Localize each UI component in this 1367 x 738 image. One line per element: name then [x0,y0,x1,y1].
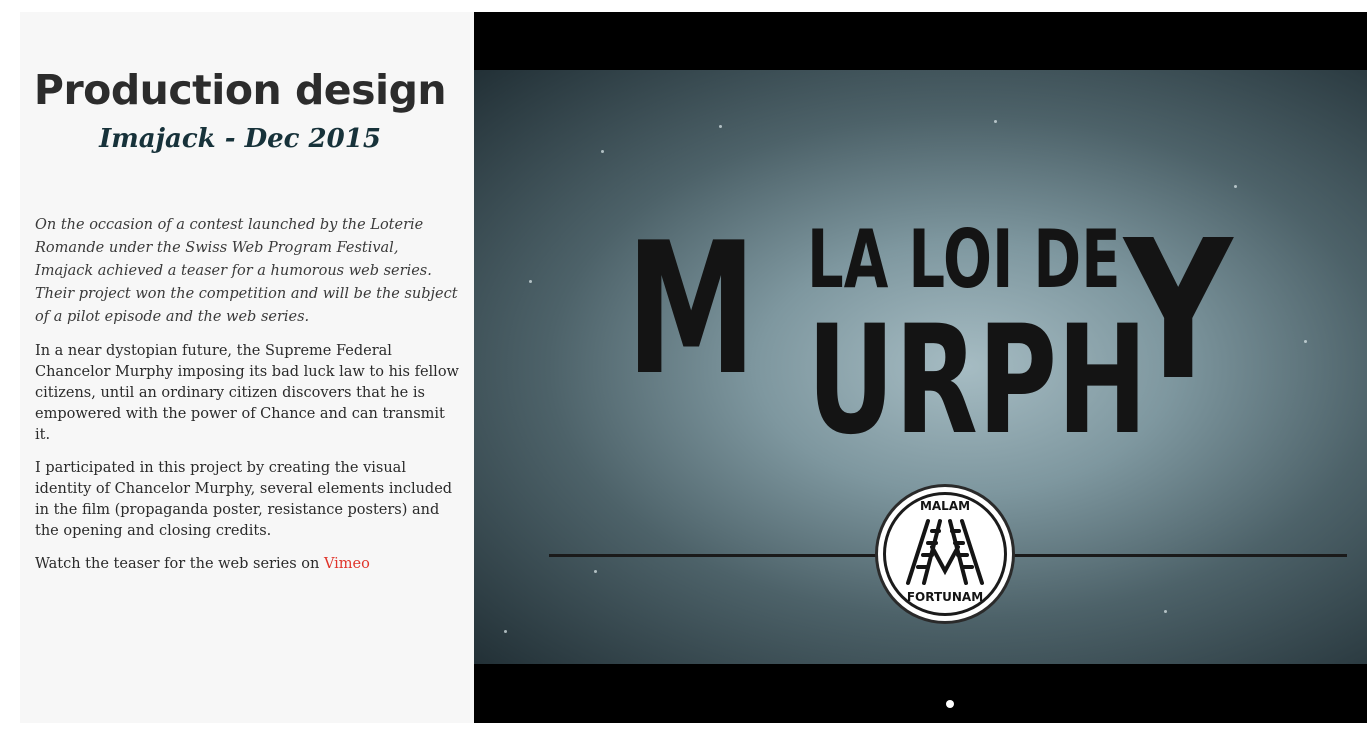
speck [601,150,604,153]
project-description: On the occasion of a contest launched by… [35,214,460,587]
title-letter-y: Y [1124,200,1233,423]
speck [994,120,997,123]
role-paragraph: I participated in this project by creati… [35,460,453,539]
title-letter-m: M [626,203,757,415]
seal-bottom-text: FORTUNAM [906,590,984,604]
speck [1304,340,1307,343]
project-subtitle: Imajack - Dec 2015 [99,124,381,154]
speck [719,125,722,128]
malam-fortunam-seal: MALAM FORTUNAM [878,487,1012,621]
divider-line [1012,554,1347,557]
media-slider[interactable]: M LA LOI DE URPH Y MALAM FORTUNAM [474,12,1367,723]
speck [504,630,507,633]
speck [529,280,532,283]
ladder-icon [906,519,984,585]
synopsis-paragraph: In a near dystopian future, the Supreme … [35,343,459,443]
page-title: Production design [33,66,447,114]
speck [1164,610,1167,613]
title-top-line: LA LOI DE [807,213,1121,306]
intro-paragraph: On the occasion of a contest launched by… [35,217,458,325]
title-card-image: M LA LOI DE URPH Y MALAM FORTUNAM [474,70,1367,664]
speck [1234,185,1237,188]
slide-indicator-dot[interactable] [946,700,954,708]
vimeo-link[interactable]: Vimeo [324,556,370,572]
watch-paragraph: Watch the teaser for the web series on V… [35,554,460,575]
title-bottom-line: URPH [807,294,1148,468]
project-info-panel: Production design Imajack - Dec 2015 On … [20,12,474,723]
speck [594,570,597,573]
watch-text: Watch the teaser for the web series on [35,556,324,572]
seal-top-text: MALAM [919,499,971,513]
divider-line [549,554,879,557]
